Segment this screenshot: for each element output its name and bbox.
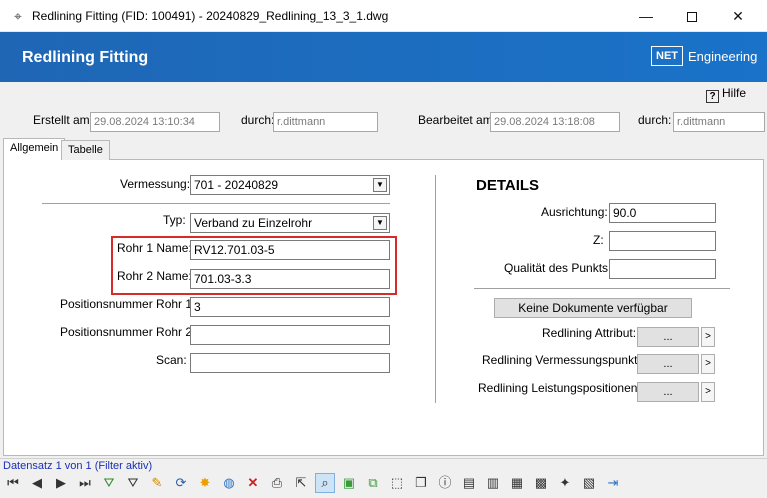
edit-pencil-icon[interactable]: ✎ bbox=[147, 473, 167, 493]
qualitaet-label: Qualität des Punkts: bbox=[504, 261, 612, 275]
crosshair-app-icon: ⌖ bbox=[14, 8, 22, 24]
divider bbox=[474, 288, 730, 289]
edited-label: Bearbeitet am: bbox=[418, 113, 497, 127]
close-button[interactable]: ✕ bbox=[715, 0, 761, 32]
edited-by-label: durch: bbox=[638, 113, 672, 127]
created-date-field[interactable]: 29.08.2024 13:10:34 bbox=[90, 112, 220, 132]
typ-value: Verband zu Einzelrohr bbox=[194, 216, 313, 230]
ausrichtung-label: Ausrichtung: bbox=[541, 205, 608, 219]
status-bar: Datensatz 1 von 1 (Filter aktiv) ⏮ ◀ ▶ ⏭… bbox=[0, 458, 767, 498]
details-title: DETAILS bbox=[476, 177, 540, 194]
record-status: Datensatz 1 von 1 (Filter aktiv) bbox=[3, 460, 153, 472]
vermessung-value: 701 - 20240829 bbox=[194, 178, 279, 192]
image-search-icon[interactable]: ▦ bbox=[507, 473, 527, 493]
z-field[interactable] bbox=[609, 231, 716, 251]
edited-date-field[interactable]: 29.08.2024 13:18:08 bbox=[490, 112, 620, 132]
tab-tabelle[interactable]: Tabelle bbox=[61, 140, 110, 160]
chevron-down-icon[interactable]: ▼ bbox=[373, 216, 387, 230]
divider bbox=[42, 203, 390, 204]
lp-ellipsis-button[interactable]: ... bbox=[637, 382, 699, 402]
next-record-icon[interactable]: ▶ bbox=[51, 473, 71, 493]
filter-add-icon[interactable]: ⛛ bbox=[99, 473, 119, 493]
typ-dropdown[interactable]: Verband zu Einzelrohr ▼ bbox=[190, 213, 390, 233]
pos2-field[interactable] bbox=[190, 325, 390, 345]
help-label: Hilfe bbox=[722, 86, 747, 100]
maximize-icon bbox=[687, 12, 697, 23]
last-record-icon[interactable]: ⏭ bbox=[75, 473, 95, 493]
grid-icon[interactable]: ▩ bbox=[531, 473, 551, 493]
attr-arrow-button[interactable]: > bbox=[701, 327, 715, 347]
created-by-label: durch: bbox=[241, 113, 275, 127]
document-icon[interactable]: ▤ bbox=[459, 473, 479, 493]
layers-icon[interactable]: ❐ bbox=[411, 473, 431, 493]
info-icon[interactable]: ⓘ bbox=[435, 473, 455, 493]
attr-label: Redlining Attribut: bbox=[542, 326, 637, 340]
vp-label: Redlining Vermessungspunkt: bbox=[482, 353, 641, 367]
net-logo: NET bbox=[651, 46, 683, 66]
created-label: Erstellt am: bbox=[33, 113, 94, 127]
print-icon[interactable]: ⎙ bbox=[267, 473, 287, 493]
box-3d-icon[interactable]: ▣ bbox=[339, 473, 359, 493]
maximize-button[interactable] bbox=[669, 0, 715, 32]
help-icon: ? bbox=[706, 90, 719, 103]
exit-icon[interactable]: ⇥ bbox=[603, 473, 623, 493]
filter-icon[interactable]: ⛛ bbox=[123, 473, 143, 493]
attr-ellipsis-button[interactable]: ... bbox=[637, 327, 699, 347]
refresh-icon[interactable]: ⟳ bbox=[171, 473, 191, 493]
lp-arrow-button[interactable]: > bbox=[701, 382, 715, 402]
window-title: Redlining Fitting (FID: 100491) - 202408… bbox=[32, 9, 389, 23]
document-edit-icon[interactable]: ▥ bbox=[483, 473, 503, 493]
table-edit-icon[interactable]: ▧ bbox=[579, 473, 599, 493]
navigation-toolbar: ⏮ ◀ ▶ ⏭ ⛛ ⛛ ✎ ⟳ ✸ ◍ ✕ ⎙ ⇱ ⌕ ▣ ⧉ ⬚ ❐ ⓘ ▤ … bbox=[0, 473, 767, 495]
tab-allgemein[interactable]: Allgemein bbox=[3, 138, 66, 160]
previous-record-icon[interactable]: ◀ bbox=[27, 473, 47, 493]
pos1-label: Positionsnummer Rohr 1: bbox=[60, 297, 196, 311]
first-record-icon[interactable]: ⏮ bbox=[3, 473, 23, 493]
lp-label: Redlining Leistungspositionen: bbox=[478, 381, 641, 395]
edited-by-field[interactable]: r.dittmann bbox=[673, 112, 765, 132]
vermessung-label: Vermessung: bbox=[120, 177, 191, 191]
net-logo-text: Engineering bbox=[688, 49, 758, 64]
copy-objects-icon[interactable]: ⧉ bbox=[363, 473, 383, 493]
vermessung-dropdown[interactable]: 701 - 20240829 ▼ bbox=[190, 175, 390, 195]
column-divider bbox=[435, 175, 436, 403]
select-pointer-icon[interactable]: ⇱ bbox=[291, 473, 311, 493]
form-title: Redlining Fitting bbox=[22, 49, 149, 66]
title-bar: ⌖ Redlining Fitting (FID: 100491) - 2024… bbox=[0, 0, 767, 32]
scan-field[interactable] bbox=[190, 353, 390, 373]
vp-arrow-button[interactable]: > bbox=[701, 354, 715, 374]
delete-icon[interactable]: ✕ bbox=[243, 473, 263, 493]
minimize-button[interactable]: — bbox=[623, 0, 669, 32]
highlight-box bbox=[111, 236, 397, 295]
form-header: Redlining Fitting NET Engineering bbox=[0, 32, 767, 82]
pos1-field[interactable]: 3 bbox=[190, 297, 390, 317]
dashed-select-icon[interactable]: ⬚ bbox=[387, 473, 407, 493]
documents-button[interactable]: Keine Dokumente verfügbar bbox=[494, 298, 692, 318]
sparkle-icon[interactable]: ✦ bbox=[555, 473, 575, 493]
zoom-icon[interactable]: ⌕ bbox=[315, 473, 335, 493]
pos2-label: Positionsnummer Rohr 2: bbox=[60, 325, 196, 339]
chevron-down-icon[interactable]: ▼ bbox=[373, 178, 387, 192]
created-by-field[interactable]: r.dittmann bbox=[273, 112, 378, 132]
star-icon[interactable]: ✸ bbox=[195, 473, 215, 493]
help-button[interactable]: ? Hilfe bbox=[706, 86, 746, 103]
vp-ellipsis-button[interactable]: ... bbox=[637, 354, 699, 374]
globe-icon[interactable]: ◍ bbox=[219, 473, 239, 493]
ausrichtung-field[interactable]: 90.0 bbox=[609, 203, 716, 223]
scan-label: Scan: bbox=[156, 353, 187, 367]
typ-label: Typ: bbox=[163, 213, 186, 227]
qualitaet-field[interactable] bbox=[609, 259, 716, 279]
z-label: Z: bbox=[593, 233, 604, 247]
